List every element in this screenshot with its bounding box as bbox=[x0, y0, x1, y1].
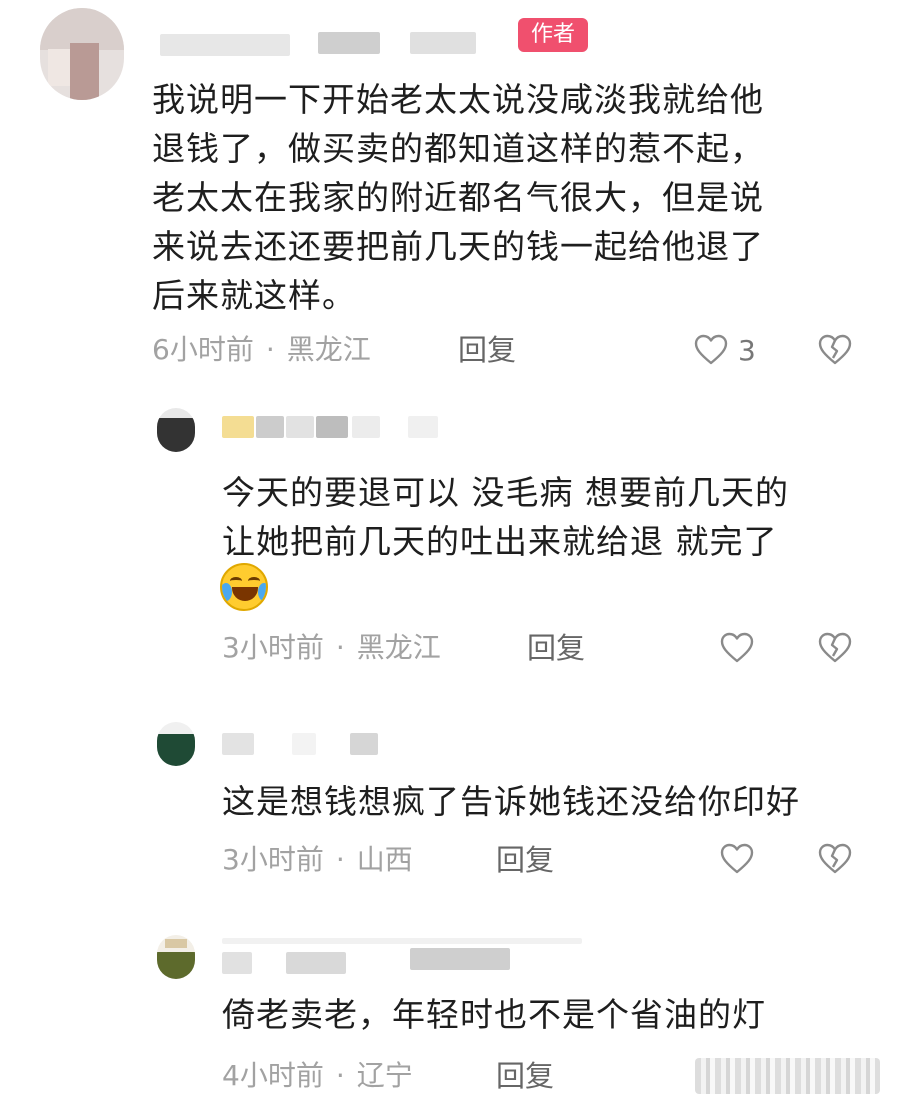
broken-heart-icon[interactable] bbox=[818, 632, 852, 664]
meta-separator: · bbox=[335, 1059, 345, 1092]
heart-outline-icon[interactable] bbox=[720, 632, 754, 664]
comment-line: 后来就这样。 bbox=[152, 276, 356, 315]
comment-text: 这是想钱想疯了告诉她钱还没给你印好 bbox=[222, 777, 882, 826]
author-badge: 作者 bbox=[518, 18, 588, 52]
comment-time: 6小时前 bbox=[152, 333, 254, 366]
avatar[interactable] bbox=[157, 935, 195, 979]
comment-location: 黑龙江 bbox=[356, 631, 441, 664]
comment-meta: 3小时前 · 黑龙江 bbox=[222, 630, 441, 666]
comment-time: 4小时前 bbox=[222, 1059, 324, 1092]
comment-line: 今天的要退可以 没毛病 想要前几天的 bbox=[222, 473, 789, 512]
reply-button[interactable]: 回复 bbox=[458, 332, 516, 368]
meta-separator: · bbox=[335, 631, 345, 664]
comment-location: 黑龙江 bbox=[286, 333, 371, 366]
comment-meta: 3小时前 · 山西 bbox=[222, 842, 413, 878]
like-count: 3 bbox=[738, 334, 756, 367]
watermark-blurred bbox=[695, 1058, 880, 1094]
avatar[interactable] bbox=[157, 722, 195, 766]
comment-line: 倚老卖老，年轻时也不是个省油的灯 bbox=[222, 995, 766, 1034]
meta-separator: · bbox=[335, 843, 345, 876]
comment-time: 3小时前 bbox=[222, 843, 324, 876]
comment-text: 倚老卖老，年轻时也不是个省油的灯 bbox=[222, 990, 882, 1039]
comment-line: 让她把前几天的吐出来就给退 就完了 bbox=[222, 522, 778, 561]
broken-heart-icon[interactable] bbox=[818, 334, 852, 366]
avatar[interactable] bbox=[157, 408, 195, 452]
comment-line: 来说去还还要把前几天的钱一起给他退了 bbox=[152, 227, 764, 266]
reply-button[interactable]: 回复 bbox=[496, 842, 554, 878]
broken-heart-icon[interactable] bbox=[818, 843, 852, 875]
comment-meta: 4小时前 · 辽宁 bbox=[222, 1058, 413, 1094]
laughing-crying-emoji bbox=[220, 563, 268, 611]
comment-line: 老太太在我家的附近都名气很大，但是说 bbox=[152, 178, 764, 217]
avatar[interactable] bbox=[40, 8, 124, 100]
comment-time: 3小时前 bbox=[222, 631, 324, 664]
comment-line: 这是想钱想疯了告诉她钱还没给你印好 bbox=[222, 782, 800, 821]
comment-line: 我说明一下开始老太太说没咸淡我就给他 bbox=[152, 80, 764, 119]
reply-button[interactable]: 回复 bbox=[527, 630, 585, 666]
comment-location: 辽宁 bbox=[356, 1059, 413, 1092]
heart-outline-icon[interactable] bbox=[694, 334, 728, 366]
reply-button[interactable]: 回复 bbox=[496, 1058, 554, 1094]
comment-location: 山西 bbox=[356, 843, 413, 876]
comment-text: 我说明一下开始老太太说没咸淡我就给他 退钱了，做买卖的都知道这样的惹不起， 老太… bbox=[152, 75, 872, 320]
comment-text: 今天的要退可以 没毛病 想要前几天的 让她把前几天的吐出来就给退 就完了 bbox=[222, 468, 882, 566]
comment-line: 退钱了，做买卖的都知道这样的惹不起， bbox=[152, 129, 764, 168]
meta-separator: · bbox=[265, 333, 275, 366]
heart-outline-icon[interactable] bbox=[720, 843, 754, 875]
comment-meta: 6小时前 · 黑龙江 bbox=[152, 332, 371, 368]
